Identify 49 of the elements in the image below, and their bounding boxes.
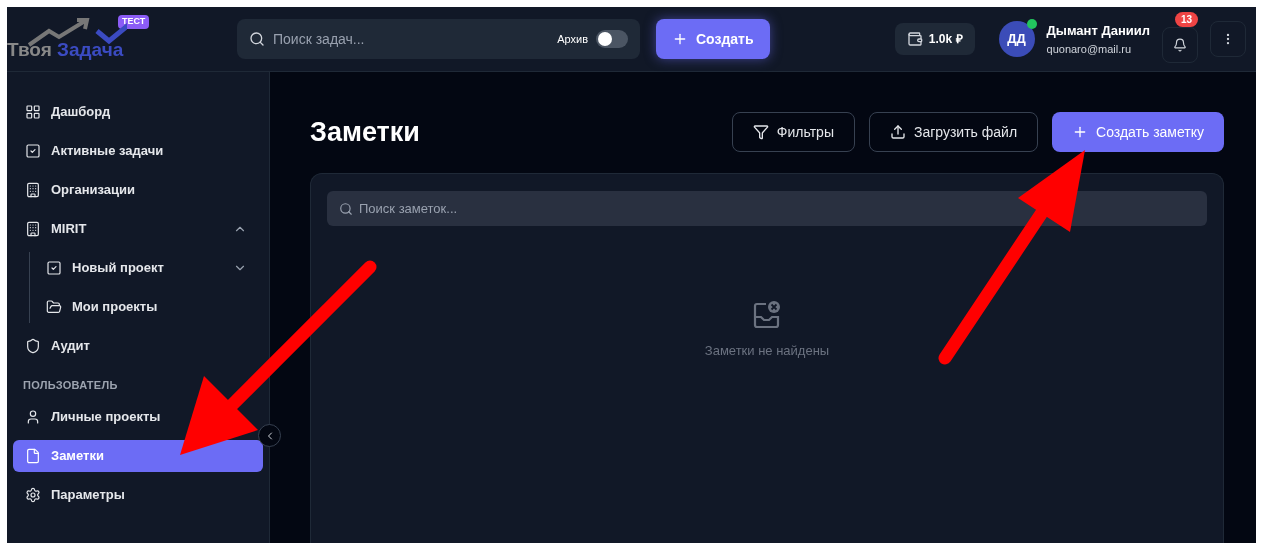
logo-text: Твоя Задача bbox=[7, 40, 124, 59]
filter-icon bbox=[752, 124, 769, 141]
user-avatar[interactable]: ДД bbox=[998, 21, 1035, 57]
empty-inbox-icon bbox=[751, 298, 783, 331]
notifications-button[interactable] bbox=[1162, 27, 1198, 63]
archive-toggle[interactable] bbox=[596, 30, 628, 48]
gear-icon bbox=[25, 486, 41, 503]
balance-chip[interactable]: 1.0k ₽ bbox=[894, 23, 975, 55]
user-name: Дымант Даниил bbox=[1046, 22, 1150, 40]
filters-button[interactable]: Фильтры bbox=[731, 112, 855, 153]
search-bar[interactable]: Поиск задач... Архив bbox=[237, 19, 640, 59]
building-icon bbox=[25, 221, 41, 237]
collapse-button[interactable] bbox=[258, 424, 281, 447]
create-button[interactable]: Создать bbox=[656, 19, 770, 59]
sidebar-item[interactable]: Личные проекты bbox=[13, 400, 263, 433]
folder-icon bbox=[46, 299, 62, 315]
create-note-button[interactable]: Создать заметку bbox=[1052, 112, 1224, 153]
grid-icon bbox=[25, 104, 41, 120]
building-icon bbox=[25, 182, 41, 198]
sidebar-item[interactable]: Новый проект bbox=[30, 252, 263, 284]
test-badge: ТЕСТ bbox=[118, 15, 150, 29]
upload-button[interactable]: Загрузить файл bbox=[868, 112, 1039, 153]
sidebar-item[interactable]: Дашборд bbox=[13, 96, 263, 128]
search-icon bbox=[339, 201, 353, 216]
sidebar-item[interactable]: MIRIT bbox=[13, 213, 263, 245]
empty-message: Заметки не найдены bbox=[704, 341, 830, 360]
page-title: Заметки bbox=[310, 116, 421, 149]
sidebar-item[interactable]: Аудит bbox=[13, 330, 263, 362]
archive-label: Архив bbox=[557, 31, 588, 47]
wallet-icon bbox=[906, 31, 923, 47]
user-email: quonaro@mail.ru bbox=[1046, 41, 1133, 57]
sidebar-item[interactable]: Активные задачи bbox=[13, 135, 263, 167]
shield-icon bbox=[25, 338, 41, 354]
sidebar-item[interactable]: Мои проекты bbox=[30, 291, 263, 323]
checkbox-icon bbox=[25, 143, 41, 159]
notes-search-field[interactable]: Поиск заметок... bbox=[327, 190, 1207, 226]
plus-icon bbox=[672, 31, 688, 47]
notification-badge: 13 bbox=[1174, 12, 1198, 27]
sidebar-item[interactable]: Заметки bbox=[13, 439, 263, 472]
search-icon bbox=[249, 31, 265, 47]
sidebar-item[interactable]: Организации bbox=[13, 174, 263, 206]
checkbox-icon bbox=[46, 260, 62, 276]
document-icon bbox=[25, 447, 41, 464]
section-label: ПОЛЬЗОВАТЕЛЬ bbox=[22, 378, 119, 393]
bell-icon bbox=[1173, 38, 1187, 52]
upload-icon bbox=[889, 124, 906, 141]
search-field[interactable]: Поиск задач... bbox=[273, 28, 550, 50]
sidebar-item[interactable]: Параметры bbox=[13, 478, 263, 511]
user-icon bbox=[25, 408, 41, 425]
